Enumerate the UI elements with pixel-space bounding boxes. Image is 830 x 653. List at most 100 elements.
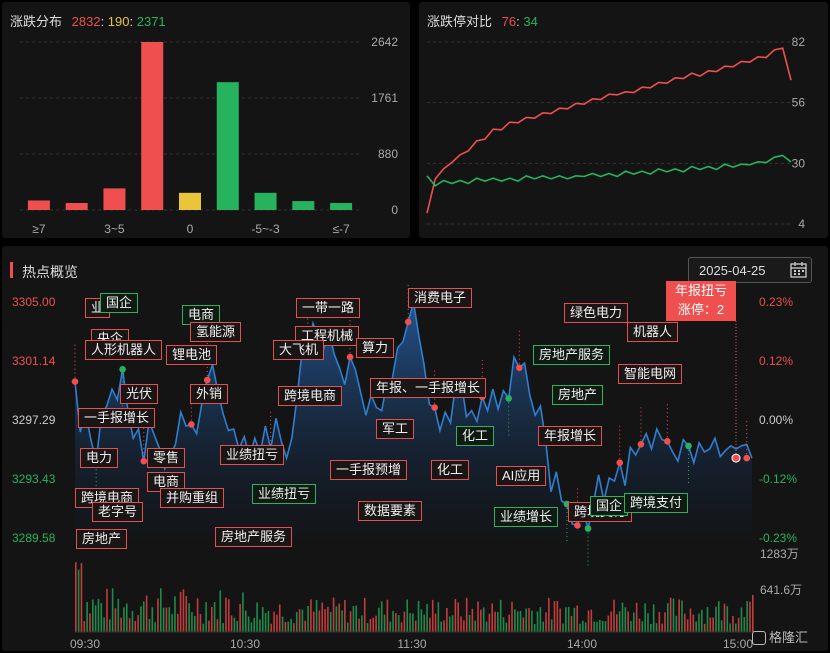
volume-bar [103,617,105,632]
volume-bar [106,588,108,632]
hotspot-tag[interactable]: 国企 [590,496,629,516]
volume-bar [273,611,275,632]
volume-bar [191,611,193,632]
hotspot-tag[interactable]: 光伏 [120,384,159,404]
hotspot-tag[interactable]: 化工 [456,426,495,446]
hotspot-tag[interactable]: 房地产 [76,529,128,549]
volume-bar [519,610,522,632]
volume-bar [242,592,244,632]
hotspot-tag[interactable]: 房地产服务 [215,527,293,547]
hotspot-tag[interactable]: 外销 [190,384,229,404]
y-tick-right: 0.12% [759,354,793,368]
hotspot-tag[interactable]: 一手报预增 [330,460,408,480]
hotspot-tag[interactable]: 绿色电力 [564,303,629,323]
volume-bar [346,622,349,632]
hotspot-tag[interactable]: 人形机器人 [85,340,163,360]
hotspot-tag[interactable]: 年报、一手报增长 [370,378,487,398]
hotspot-tag[interactable]: 房地产服务 [533,345,611,365]
event-marker [203,376,211,384]
volume-bar [406,599,409,632]
hotspot-tag[interactable]: 业绩扭亏 [220,445,285,465]
volume-bar [718,601,720,632]
hotspot-tag[interactable]: 智能电网 [618,364,683,384]
volume-bar [689,608,692,632]
hotspot-tag[interactable]: 化工 [431,460,470,480]
hotspot-tag[interactable]: 零售 [147,448,186,468]
volume-bar [372,617,375,632]
volume-bar [174,596,176,632]
volume-bar [531,610,533,632]
hotspot-tag[interactable]: 锂电池 [166,345,218,365]
volume-bar [236,620,239,632]
volume-tick-label: 641.6万 [760,583,802,597]
volume-bar [593,621,595,632]
volume-bar [599,619,601,632]
volume-bar [613,599,615,632]
y-tick-left: 3293.43 [12,472,56,486]
hotspot-tag[interactable]: 老字号 [92,502,144,522]
volume-bar [624,607,627,632]
volume-bar [250,622,253,632]
hotspot-tag[interactable]: 跨境支付 [624,493,689,513]
hotspot-tag[interactable]: 业绩增长 [494,507,559,527]
hotspot-tag[interactable]: 房地产 [552,385,604,405]
volume-bar [259,619,261,632]
volume-bar [743,617,746,632]
volume-bar [392,610,394,632]
volume-bar [202,623,205,632]
volume-bar [644,603,646,632]
volume-bar [94,605,97,632]
y-tick-right: 0.23% [759,295,793,309]
hotspot-tag[interactable]: 一带一路 [296,298,361,318]
volume-bar [131,610,134,632]
hotspot-tag[interactable]: 数据要素 [358,501,423,521]
volume-bar [344,599,346,632]
hotspot-tag[interactable]: 年报增长 [538,426,603,446]
volume-bar [171,614,173,632]
volume-bar [281,616,284,632]
hotspot-tag[interactable]: AI应用 [496,466,547,486]
hotspot-tag[interactable]: 业绩扭亏 [252,484,317,504]
volume-bar [310,599,312,632]
volume-bar [709,617,712,632]
hotspot-tag[interactable]: 氢能源 [190,322,242,342]
volume-bar [672,598,675,632]
hotspot-tag[interactable]: 并购重组 [160,488,225,508]
volume-bar [460,616,462,632]
volume-bar [140,606,142,632]
volume-bar [681,600,683,632]
volume-bar [548,597,550,632]
volume-bar [120,617,122,632]
hotspot-tag[interactable]: 机器人 [627,322,679,342]
volume-bar [488,613,491,632]
hotspot-tag[interactable]: 算力 [356,338,395,358]
volume-bar [75,562,77,632]
event-marker [71,378,79,385]
hotspot-tag[interactable]: 军工 [376,419,415,439]
hotspot-tag[interactable]: 跨境电商 [278,386,343,406]
volume-bar [423,614,426,632]
volume-bar [732,615,734,632]
volume-bar [179,591,182,632]
volume-bar [225,597,227,632]
hotspot-tag[interactable]: 一手报增长 [78,408,156,428]
volume-bar [239,603,241,632]
volume-bar [417,600,420,632]
volume-bar [701,609,703,632]
hotspot-tag[interactable]: 消费电子 [408,288,473,308]
volume-bar [468,614,471,632]
volume-bar [244,610,247,632]
volume-bar [312,611,315,632]
volume-bar [553,601,556,632]
volume-bar [735,623,737,632]
volume-bar [431,599,434,632]
volume-bar [463,620,465,632]
event-marker [404,318,412,326]
hotspot-tag[interactable]: 电力 [80,448,119,468]
hotspot-tag[interactable]: 大飞机 [273,340,325,360]
volume-bar [108,619,111,632]
volume-bar [703,623,706,632]
volume-bar [145,595,148,632]
volume-bar [746,601,748,632]
hotspot-tag[interactable]: 国企 [100,293,139,313]
